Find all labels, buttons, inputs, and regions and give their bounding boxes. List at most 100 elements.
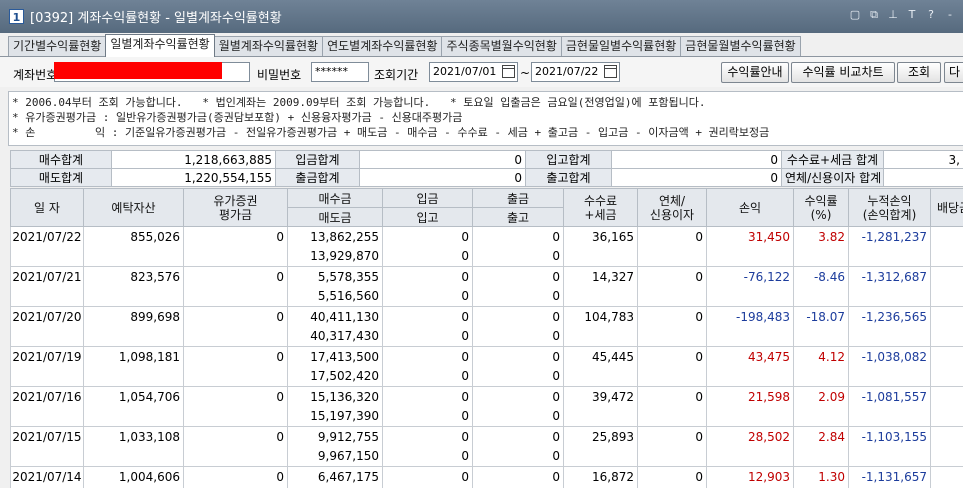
cell-empty <box>930 406 963 427</box>
col-header-deposit-assets[interactable]: 예탁자산 <box>83 188 184 227</box>
cell-empty <box>848 446 931 467</box>
col-header-fee-tax[interactable]: 수수료 +세금 <box>563 188 638 227</box>
calendar-icon[interactable] <box>604 65 617 78</box>
interest-total-label: 연체/신용이자 합계 <box>781 168 884 187</box>
tab-2[interactable]: 월별계좌수익률현황 <box>213 36 324 57</box>
cell-securities-out: 0 <box>472 366 564 387</box>
cell-fee-tax: 36,165 <box>563 226 638 247</box>
cell-empty <box>83 406 184 427</box>
help-icon[interactable]: ? <box>924 8 938 22</box>
date-to-field[interactable]: 2021/07/22 <box>531 62 620 82</box>
cell-fee-tax: 104,783 <box>563 306 638 327</box>
window-title: [0392] 계좌수익률현황 - 일별계좌수익률현황 <box>30 11 282 26</box>
col-header-deposit-in[interactable]: 입금 <box>382 188 473 208</box>
table-row-sub[interactable]: 5,516,560 0 0 <box>10 286 963 307</box>
cell-sell: 5,516,560 <box>287 286 383 307</box>
cell-fee-tax: 39,472 <box>563 386 638 407</box>
cell-profit: 31,450 <box>706 226 794 247</box>
table-row-sub[interactable]: 13,929,870 0 0 <box>10 246 963 267</box>
pin-icon[interactable]: ⊥ <box>886 8 900 22</box>
cell-interest: 0 <box>637 266 707 287</box>
cell-empty <box>183 246 288 267</box>
tab-5[interactable]: 금현물일별수익률현황 <box>560 36 682 57</box>
cell-empty <box>10 446 84 467</box>
password-field[interactable]: ****** <box>311 62 369 82</box>
cell-dividend <box>930 226 963 247</box>
cell-securities-value: 0 <box>183 346 288 367</box>
tab-1[interactable]: 일별계좌수익률현황 <box>105 34 215 57</box>
col-header-interest[interactable]: 연체/신용이자 <box>637 188 707 227</box>
col-header-profit[interactable]: 손익 <box>706 188 794 227</box>
col-header-securities-value[interactable]: 유가증권 평가금 <box>183 188 288 227</box>
cell-buy: 6,467,175 <box>287 466 383 487</box>
table-row[interactable]: 2021/07/22 855,026 0 13,862,255 0 0 36,165 0 31,… <box>10 226 963 247</box>
cell-sell: 13,929,870 <box>287 246 383 267</box>
deposit-total-value: 0 <box>359 150 526 169</box>
col-header-sell[interactable]: 매도금 <box>287 207 383 227</box>
col-header-securities-out[interactable]: 출고 <box>472 207 564 227</box>
cell-empty <box>706 406 794 427</box>
table-row-sub[interactable]: 17,502,420 0 0 <box>10 366 963 387</box>
cell-empty <box>848 366 931 387</box>
col-header-withdraw[interactable]: 출금 <box>472 188 564 208</box>
cell-dividend <box>930 426 963 447</box>
table-row[interactable]: 2021/07/20 899,698 0 40,411,130 0 0 104,783 0 -1… <box>10 306 963 327</box>
col-header-buy[interactable]: 매수금 <box>287 188 383 208</box>
cell-empty <box>848 246 931 267</box>
font-icon[interactable]: T <box>905 8 919 22</box>
tab-3[interactable]: 연도별계좌수익률현황 <box>322 36 443 57</box>
col-header-rate[interactable]: 수익률 (%) <box>793 188 849 227</box>
cell-empty <box>706 366 794 387</box>
tab-0[interactable]: 기간별수익률현황 <box>8 36 107 57</box>
cell-cumulative: -1,312,687 <box>848 266 931 287</box>
cell-dividend <box>930 386 963 407</box>
table-row[interactable]: 2021/07/16 1,054,706 0 15,136,320 0 0 39,472 0 2… <box>10 386 963 407</box>
cell-empty <box>637 446 707 467</box>
calendar-icon[interactable] <box>502 65 515 78</box>
cell-empty <box>83 326 184 347</box>
table-row[interactable]: 2021/07/19 1,098,181 0 17,413,500 0 0 45,445 0 4… <box>10 346 963 367</box>
cell-withdraw: 0 <box>472 386 564 407</box>
summary-table: 매수합계 1,218,663,885 입금합계 0 입고합계 0 수수료+세금 … <box>10 150 963 187</box>
cell-deposit-assets: 1,054,706 <box>83 386 184 407</box>
cell-empty <box>848 326 931 347</box>
col-header-dividend[interactable]: 배당금액 <box>930 188 963 227</box>
table-row[interactable]: 2021/07/21 823,576 0 5,578,355 0 0 14,327 0 -76,… <box>10 266 963 287</box>
minimize-icon[interactable]: - <box>943 8 957 22</box>
yield-guide-button[interactable]: 수익률안내 <box>721 62 789 83</box>
col-header-cumulative[interactable]: 누적손익 (손익합계) <box>848 188 931 227</box>
cell-withdraw: 0 <box>472 426 564 447</box>
cell-empty <box>793 286 849 307</box>
cell-empty <box>183 406 288 427</box>
tab-6[interactable]: 금현물월별수익률현황 <box>680 36 801 57</box>
tab-4[interactable]: 주식종목별월수익현황 <box>441 36 562 57</box>
sell-total-value: 1,220,554,155 <box>111 168 276 187</box>
next-button[interactable]: 다 <box>944 62 963 83</box>
cell-cumulative: -1,038,082 <box>848 346 931 367</box>
col-header-date[interactable]: 일 자 <box>10 188 84 227</box>
table-row-sub[interactable]: 40,317,430 0 0 <box>10 326 963 347</box>
cell-empty <box>793 326 849 347</box>
cell-empty <box>706 446 794 467</box>
yield-compare-chart-button[interactable]: 수익률 비교차트 <box>791 62 895 83</box>
table-row[interactable]: 2021/07/14 1,004,606 0 6,467,175 0 0 16,872 0 12… <box>10 466 963 487</box>
cell-securities-out: 0 <box>472 446 564 467</box>
daily-yield-table: 일 자 예탁자산 유가증권 평가금 매수금 입금 출금 수수료 +세금 연체/신용이… <box>10 188 963 488</box>
cell-cumulative: -1,281,237 <box>848 226 931 247</box>
sell-total-label: 매도합계 <box>10 168 112 187</box>
query-button[interactable]: 조회 <box>897 62 941 83</box>
link-icon[interactable]: ⧉ <box>867 8 881 22</box>
cell-securities-in: 0 <box>382 366 473 387</box>
date-from-field[interactable]: 2021/07/01 <box>429 62 518 82</box>
cell-date: 2021/07/20 <box>10 306 84 327</box>
table-row-sub[interactable]: 15,197,390 0 0 <box>10 406 963 427</box>
cell-profit: 28,502 <box>706 426 794 447</box>
col-header-securities-in[interactable]: 입고 <box>382 207 473 227</box>
table-row[interactable]: 2021/07/15 1,033,108 0 9,912,755 0 0 25,893 0 28… <box>10 426 963 447</box>
cell-deposit-in: 0 <box>382 346 473 367</box>
restore-icon[interactable]: ▢ <box>848 8 862 22</box>
cell-empty <box>930 326 963 347</box>
cell-deposit-assets: 823,576 <box>83 266 184 287</box>
cell-empty <box>706 326 794 347</box>
table-row-sub[interactable]: 9,967,150 0 0 <box>10 446 963 467</box>
